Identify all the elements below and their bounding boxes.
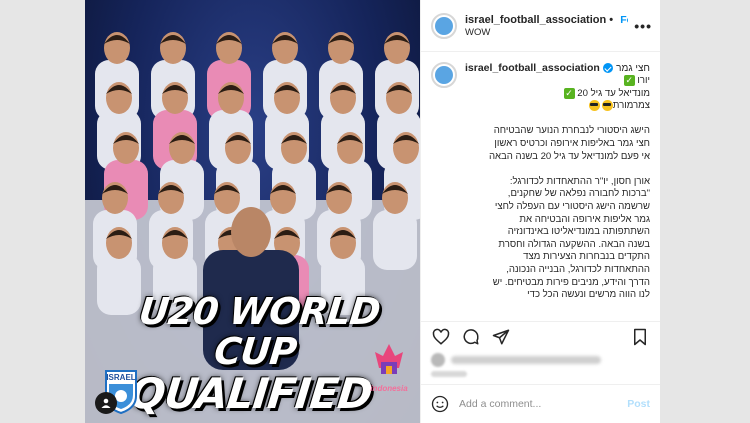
comment-icon[interactable] — [461, 327, 481, 347]
caption-line — [465, 163, 650, 176]
emoji-icon[interactable] — [431, 395, 449, 413]
check-mark-icon: ✓ — [563, 87, 575, 99]
caption-line: חצי גמר באליפות אירופה וכרטיס ראשון — [494, 138, 650, 150]
post-username-row: israel_football_association • Follow — [465, 14, 628, 26]
comment-input[interactable] — [457, 397, 628, 411]
sunglasses-emoji-icon — [588, 100, 600, 112]
post-location[interactable]: WOW — [465, 27, 628, 38]
post-username[interactable]: israel_football_association — [465, 14, 606, 26]
ifa-logo-text: ISRAEL — [106, 373, 136, 382]
person-icon — [101, 398, 111, 408]
caption-header-rtl: חצי גמר — [616, 62, 650, 74]
caption-username[interactable]: israel_football_association — [465, 62, 600, 74]
post-sidebar: israel_football_association • Follow WOW… — [420, 0, 660, 423]
indonesia-logo-icon — [375, 344, 403, 374]
heart-icon[interactable] — [431, 327, 451, 347]
tagged-users-button[interactable] — [95, 392, 117, 414]
caption-line: יורו — [637, 75, 650, 87]
post-comment-button[interactable]: Post — [627, 398, 650, 410]
check-mark-icon: ✓ — [623, 75, 635, 86]
caption-line — [465, 113, 650, 126]
caption-line: ההתאחדות לכדורגל, הבנייה הנכונה, — [506, 264, 650, 275]
coach-face — [231, 207, 271, 257]
caption-line: בשנה הבאה. ההשקעה הגדולה וחסרת — [498, 238, 650, 250]
sunglasses-emoji-icon — [601, 100, 613, 112]
caption-line: "ברכות לחבורה נפלאה של שחקנים, — [507, 188, 650, 200]
caption-avatar[interactable] — [431, 62, 457, 88]
caption-username-row: israel_football_association — [465, 62, 613, 74]
more-options-icon[interactable]: ••• — [634, 18, 652, 34]
avatar[interactable] — [431, 12, 457, 39]
caption-area: israel_football_association חצי גמר יורו… — [421, 52, 660, 321]
post-date — [421, 368, 660, 380]
liked-by-row — [421, 352, 660, 368]
caption-line: מונדיאל עד גיל 20 — [577, 87, 650, 99]
verified-badge-icon — [602, 63, 613, 73]
indonesia-logo-text: indonesia — [370, 384, 408, 393]
share-icon[interactable] — [491, 327, 511, 347]
caption-line: גמר אליפות אירופה והבטיחה את — [519, 213, 650, 225]
caption-line: שרשמה הישג היסטורי עם העפלה לחצי — [494, 201, 650, 213]
caption-line: השתתפותה במונדיאליטו באינדונזיה — [507, 226, 650, 238]
action-bar — [421, 321, 660, 352]
headline-line-1: U20 WORLD CUP — [136, 290, 382, 373]
comment-box: Post — [421, 384, 660, 423]
caption-line: אי פעם למונדיאל עד גיל 20 בשנה הבאה — [488, 150, 650, 162]
caption-line: הדרך והידע, מניבים פירות מבטיחים. יש — [492, 276, 650, 288]
follow-button[interactable]: Follow — [620, 14, 628, 26]
player-figure — [373, 210, 417, 270]
post-image[interactable]: U20 WORLD CUP QUALIFIED ISRAEL indonesia — [85, 0, 420, 423]
caption-text: יורו ✓ מונדיאל עד גיל 20 ✓ צמרמורת הישג היס… — [465, 75, 650, 302]
caption-line: צמרמורת — [612, 100, 650, 112]
caption-line: הישג היסטורי לנבחרת הנוער שהבטיחה — [493, 125, 650, 137]
caption-line: לנו הווה מרשים ונעשה הכל כדי — [527, 289, 650, 301]
post-header: israel_football_association • Follow WOW… — [421, 0, 660, 52]
caption-line: אורן חסון, יו"ר ההתאחדות לכדורגל: — [509, 175, 650, 187]
caption-line: התקדים בנבחרות הצעירות מצד — [523, 251, 650, 263]
bookmark-icon[interactable] — [630, 327, 650, 347]
post-modal: U20 WORLD CUP QUALIFIED ISRAEL indonesia — [85, 0, 660, 423]
